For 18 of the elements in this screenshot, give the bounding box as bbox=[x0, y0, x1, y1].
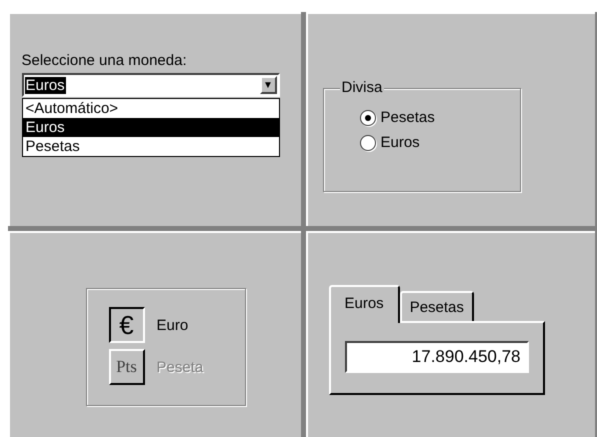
combo-label: Seleccione una moneda: bbox=[22, 52, 188, 69]
currency-label: Euro bbox=[156, 316, 188, 334]
currency-symbol-button[interactable]: € bbox=[108, 307, 144, 343]
radio-button[interactable] bbox=[360, 134, 376, 150]
dropdown-arrow-button[interactable]: ▼ bbox=[260, 76, 276, 94]
radio-label[interactable]: Pesetas bbox=[380, 109, 435, 126]
radio-button[interactable] bbox=[360, 110, 376, 126]
amount-field[interactable]: 17.890.450,78 bbox=[344, 341, 528, 373]
dropdown-option[interactable]: Euros bbox=[22, 118, 278, 137]
tab[interactable]: Euros bbox=[328, 285, 400, 323]
currency-dropdown[interactable]: Euros ▼ bbox=[22, 73, 280, 97]
dropdown-value: Euros bbox=[24, 76, 66, 94]
radio-label[interactable]: Euros bbox=[380, 134, 420, 151]
dropdown-option[interactable]: <Automático> bbox=[22, 99, 278, 118]
dropdown-option[interactable]: Pesetas bbox=[22, 137, 278, 156]
tab[interactable]: Pesetas bbox=[400, 291, 474, 321]
currency-label: Peseta bbox=[156, 358, 204, 376]
currency-symbol-button[interactable]: Pts bbox=[108, 349, 144, 385]
